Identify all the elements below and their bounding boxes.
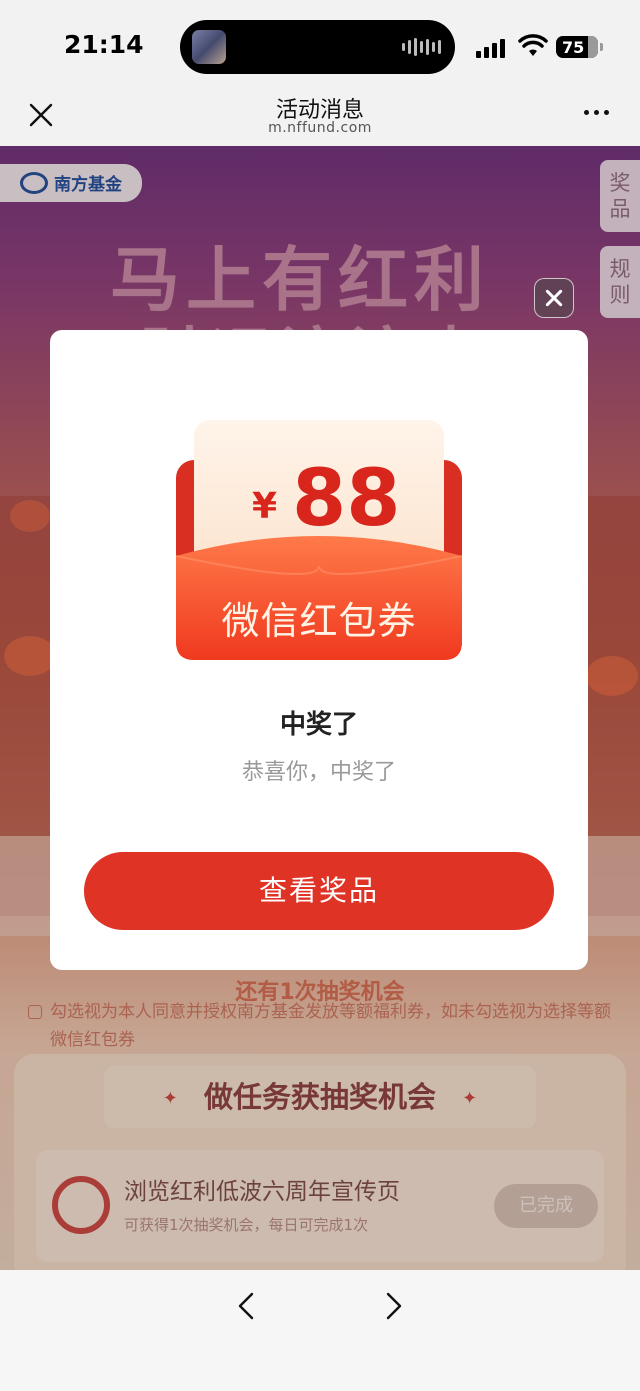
now-playing-thumbnail (192, 30, 226, 64)
browser-nav-bar: 活动消息 m.nffund.com (0, 90, 640, 146)
envelope-label: 微信红包券 (221, 599, 417, 643)
forward-icon[interactable] (378, 1290, 408, 1322)
red-envelope-illustration: ¥ 88 微信红包券 (176, 420, 462, 664)
modal-subtitle: 恭喜你，中奖了 (241, 760, 396, 785)
battery-empty-segment (588, 36, 598, 58)
audio-wave-icon (402, 38, 441, 56)
prize-modal: ¥ 88 微信红包券 中奖了 恭喜你，中奖了 查看奖品 (50, 330, 588, 970)
currency-symbol: ¥ (252, 486, 278, 527)
status-bar: 21:14 75 (0, 0, 640, 90)
more-icon[interactable] (584, 110, 609, 115)
wifi-icon (518, 34, 548, 56)
back-icon[interactable] (232, 1290, 262, 1322)
modal-title: 中奖了 (279, 710, 358, 740)
view-prize-button[interactable]: 查看奖品 (84, 852, 554, 930)
status-time: 21:14 (64, 30, 144, 59)
dynamic-island[interactable] (180, 20, 455, 74)
battery-nub (600, 43, 603, 51)
battery-level: 75 (562, 37, 585, 57)
battery-indicator: 75 (556, 36, 598, 58)
page-url: m.nffund.com (268, 120, 372, 136)
modal-close-icon[interactable] (534, 278, 574, 318)
signal-icon (476, 38, 505, 58)
browser-bottom-bar (0, 1270, 640, 1391)
